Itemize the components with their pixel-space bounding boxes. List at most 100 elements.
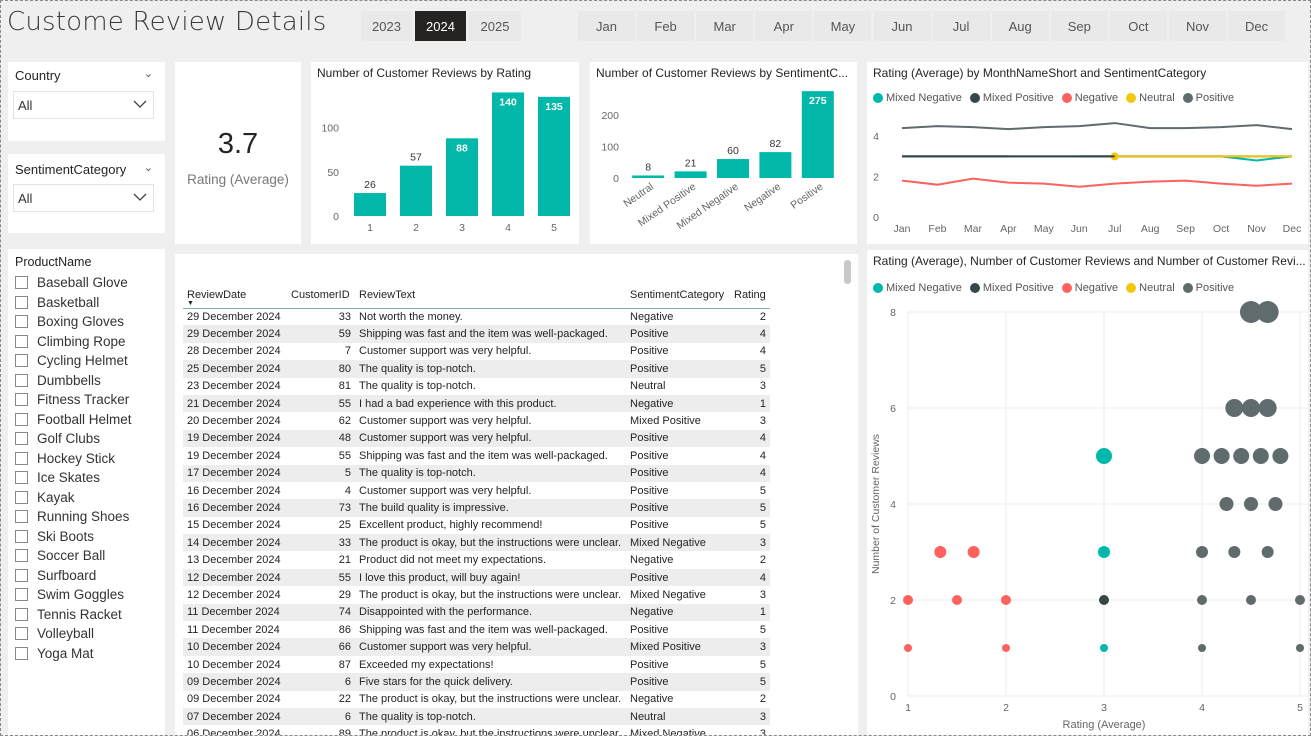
checkbox[interactable] [15, 295, 28, 309]
scatter-point[interactable] [1252, 448, 1269, 464]
table-row[interactable]: 12 December 2024 29 The product is okay, b… [183, 586, 770, 603]
scatter-point[interactable] [967, 546, 980, 558]
product-item[interactable]: Hockey Stick [15, 449, 132, 469]
table-row[interactable]: 13 December 2024 21 Product did not meet m… [183, 551, 770, 568]
checkbox[interactable] [15, 276, 28, 290]
checkbox[interactable] [15, 490, 28, 504]
table-row[interactable]: 23 December 2024 81 The quality is top-not… [183, 378, 770, 395]
table-row[interactable]: 16 December 2024 4 Customer support was ve… [183, 482, 770, 499]
checkbox[interactable] [15, 607, 28, 621]
chevron-down-icon[interactable]: ⌄ [144, 161, 153, 174]
table-row[interactable]: 29 December 2024 33 Not worth the money. Ne… [183, 308, 770, 325]
checkbox[interactable] [15, 646, 28, 660]
column-header-reviewtext[interactable]: ReviewText [355, 282, 626, 309]
product-item[interactable]: Boxing Gloves [15, 312, 132, 332]
table-row[interactable]: 11 December 2024 86 Shipping was fast and … [183, 621, 770, 638]
scatter-point[interactable] [1198, 644, 1206, 652]
table-row[interactable]: 25 December 2024 80 The quality is top-not… [183, 360, 770, 378]
scatter-point[interactable] [903, 595, 913, 605]
product-item[interactable]: Dumbbells [15, 371, 132, 391]
scatter-point[interactable] [1233, 448, 1250, 464]
scatter-point[interactable] [1219, 497, 1234, 511]
year-button-2025[interactable]: 2025 [469, 11, 521, 41]
checkbox[interactable] [15, 373, 28, 387]
month-button-jun[interactable]: Jun [873, 11, 931, 41]
checkbox[interactable] [15, 588, 28, 602]
product-item[interactable]: Surfboard [15, 566, 132, 586]
checkbox[interactable] [15, 510, 28, 524]
month-button-nov[interactable]: Nov [1169, 11, 1226, 41]
table-row[interactable]: 16 December 2024 73 The build quality is i… [183, 499, 770, 517]
sentiment-dropdown[interactable]: All [13, 184, 154, 212]
column-header-reviewdate[interactable]: ReviewDate ▼ [183, 282, 287, 309]
checkbox[interactable] [15, 568, 28, 582]
scatter-point[interactable] [1272, 448, 1289, 464]
bar[interactable] [400, 165, 432, 216]
checkbox[interactable] [15, 432, 28, 446]
table-row[interactable]: 07 December 2024 6 The quality is top-notc… [183, 707, 770, 726]
checkbox[interactable] [15, 529, 28, 543]
checkbox[interactable] [15, 412, 28, 426]
month-button-feb[interactable]: Feb [637, 11, 695, 41]
checkbox[interactable] [15, 627, 28, 641]
month-button-sep[interactable]: Sep [1050, 11, 1108, 41]
scatter-point[interactable] [1244, 497, 1258, 511]
year-button-2024[interactable]: 2024 [415, 11, 466, 41]
product-item[interactable]: Football Helmet [15, 410, 132, 430]
checkbox[interactable] [15, 315, 28, 329]
checkbox[interactable] [15, 334, 28, 348]
scatter-point[interactable] [1296, 644, 1304, 652]
year-button-2023[interactable]: 2023 [361, 11, 412, 41]
product-item[interactable]: Volleyball [15, 624, 132, 644]
scatter-point[interactable] [1246, 595, 1256, 605]
product-item[interactable]: Kayak [15, 488, 132, 508]
product-item[interactable]: Golf Clubs [15, 429, 132, 449]
table-row[interactable]: 29 December 2024 59 Shipping was fast and … [183, 325, 770, 343]
product-item[interactable]: Running Shoes [15, 507, 132, 527]
month-button-jul[interactable]: Jul [932, 11, 990, 41]
product-item[interactable]: Yoga Mat [15, 644, 132, 664]
checkbox[interactable] [15, 354, 28, 368]
scatter-point[interactable] [1197, 595, 1207, 605]
bar[interactable] [674, 171, 707, 178]
table-row[interactable]: 12 December 2024 55 I love this product, w… [183, 568, 770, 587]
column-header-sentimentcategory[interactable]: SentimentCategory [626, 282, 730, 309]
table-row[interactable]: 19 December 2024 55 Shipping was fast and … [183, 447, 770, 464]
checkbox[interactable] [15, 471, 28, 485]
bar[interactable] [759, 152, 792, 178]
scatter-point[interactable] [1268, 497, 1283, 511]
scatter-point[interactable] [952, 595, 962, 605]
month-button-dec[interactable]: Dec [1228, 11, 1286, 41]
month-button-mar[interactable]: Mar [696, 11, 754, 41]
product-item[interactable]: Swim Goggles [15, 585, 132, 605]
scatter-point[interactable] [934, 546, 947, 558]
table-row[interactable]: 09 December 2024 6 Five stars for the quic… [183, 673, 770, 691]
product-item[interactable]: Baseball Glove [15, 273, 132, 293]
product-item[interactable]: Ice Skates [15, 468, 132, 488]
checkbox[interactable] [15, 549, 28, 563]
scatter-point[interactable] [1100, 644, 1108, 652]
scatter-point[interactable] [1242, 399, 1260, 417]
product-item[interactable]: Fitness Tracker [15, 390, 132, 410]
month-button-aug[interactable]: Aug [991, 11, 1049, 41]
table-row[interactable]: 15 December 2024 25 Excellent product, hig… [183, 517, 770, 534]
chevron-down-icon[interactable]: ⌄ [144, 67, 153, 80]
scatter-point[interactable] [1295, 595, 1305, 605]
bar[interactable] [632, 175, 665, 178]
table-row[interactable]: 11 December 2024 74 Disappointed with the … [183, 603, 770, 622]
scatter-point[interactable] [1261, 546, 1274, 558]
month-button-may[interactable]: May [814, 11, 872, 41]
table-row[interactable]: 21 December 2024 55 I had a bad experience… [183, 394, 770, 413]
scatter-point[interactable] [1213, 448, 1230, 464]
series-line[interactable] [901, 177, 1293, 188]
scatter-point[interactable] [1225, 399, 1244, 417]
table-row[interactable]: 17 December 2024 5 The quality is top-notc… [183, 464, 770, 482]
bar[interactable] [538, 96, 570, 216]
product-item[interactable]: Cycling Helmet [15, 351, 132, 371]
table-row[interactable]: 10 December 2024 66 Customer support was v… [183, 638, 770, 656]
product-item[interactable]: Ski Boots [15, 527, 132, 547]
scatter-point[interactable] [1096, 448, 1112, 464]
scatter-point[interactable] [1256, 301, 1279, 323]
product-item[interactable]: Climbing Rope [15, 332, 132, 352]
table-row[interactable]: 09 December 2024 22 The product is okay, b… [183, 691, 770, 708]
